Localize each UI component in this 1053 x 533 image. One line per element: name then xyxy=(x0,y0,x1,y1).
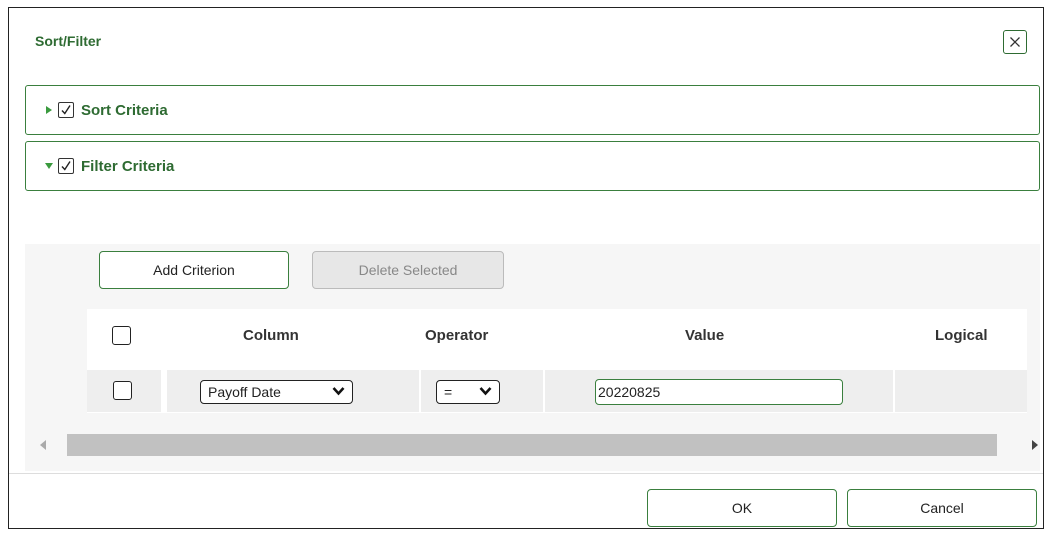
dialog-title: Sort/Filter xyxy=(35,33,102,49)
chevron-down-icon xyxy=(45,163,53,169)
chevron-down-icon xyxy=(479,387,492,396)
column-header-logical: Logical xyxy=(935,327,988,344)
horizontal-scrollbar[interactable] xyxy=(35,432,1043,458)
footer-divider xyxy=(9,473,1043,474)
column-select[interactable]: Payoff Date xyxy=(200,380,353,404)
value-input[interactable] xyxy=(595,379,843,405)
ok-button[interactable]: OK xyxy=(647,489,837,527)
column-header-column: Column xyxy=(243,327,299,344)
criteria-table: Column Operator Value Logical Payoff Dat… xyxy=(87,309,1027,413)
delete-selected-button[interactable]: Delete Selected xyxy=(312,251,504,289)
close-icon xyxy=(1010,37,1020,47)
close-button[interactable] xyxy=(1003,30,1027,54)
filter-criteria-checkbox[interactable] xyxy=(58,158,74,174)
column-header-operator: Operator xyxy=(425,327,489,344)
row-select-checkbox[interactable] xyxy=(113,381,132,400)
expand-toggle-sort[interactable] xyxy=(44,106,54,114)
operator-select-value: = xyxy=(444,384,453,400)
column-select-value: Payoff Date xyxy=(208,384,281,400)
cancel-button[interactable]: Cancel xyxy=(847,489,1037,527)
select-all-checkbox[interactable] xyxy=(112,326,131,345)
checkmark-icon xyxy=(61,161,71,171)
expand-toggle-filter[interactable] xyxy=(44,163,54,169)
arrow-right-icon xyxy=(1032,440,1038,450)
operator-select[interactable]: = xyxy=(436,380,500,404)
filter-criteria-label: Filter Criteria xyxy=(81,157,175,175)
scroll-left-button[interactable] xyxy=(35,437,51,453)
sort-filter-dialog: Sort/Filter Sort Criteria Filter Criteri… xyxy=(8,7,1044,529)
sort-criteria-checkbox[interactable] xyxy=(58,102,74,118)
arrow-left-icon xyxy=(40,440,46,450)
scroll-right-button[interactable] xyxy=(1027,437,1043,453)
column-header-value: Value xyxy=(685,327,725,344)
add-criterion-button[interactable]: Add Criterion xyxy=(99,251,289,289)
sort-criteria-label: Sort Criteria xyxy=(81,101,168,119)
filter-criteria-section: Filter Criteria xyxy=(25,141,1040,191)
scrollbar-thumb[interactable] xyxy=(67,434,997,456)
chevron-down-icon xyxy=(332,387,345,396)
checkmark-icon xyxy=(61,105,71,115)
sort-criteria-section: Sort Criteria xyxy=(25,85,1040,135)
chevron-right-icon xyxy=(46,106,52,114)
